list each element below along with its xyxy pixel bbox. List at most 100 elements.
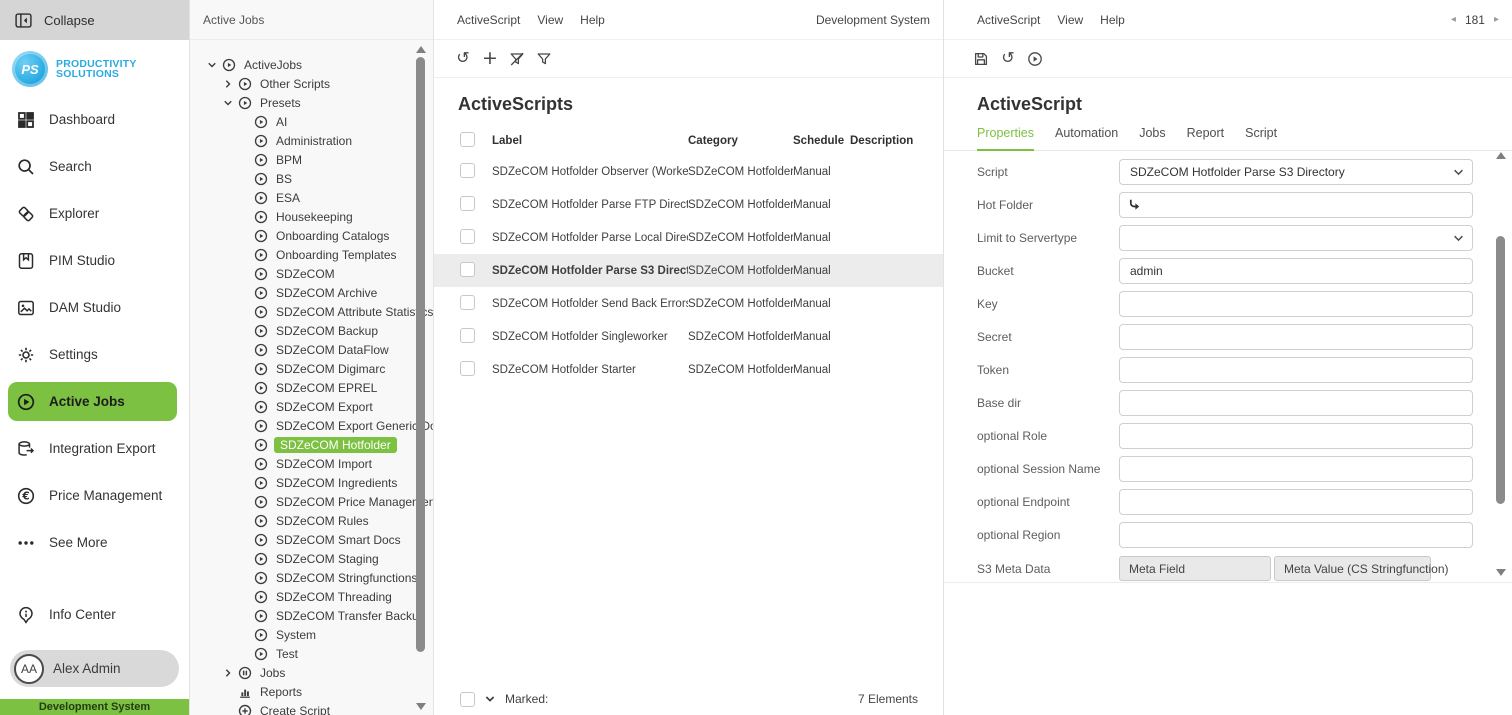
chevron-down-icon[interactable] (205, 58, 218, 71)
refresh-button[interactable]: ↺ (997, 48, 1019, 70)
sidebar-item-dashboard[interactable]: Dashboard (0, 96, 189, 143)
sidebar-item-search[interactable]: Search (0, 143, 189, 190)
tree-item-sdzecom-staging[interactable]: SDZeCOM Staging (190, 549, 433, 568)
menu-help[interactable]: Help (580, 13, 605, 27)
tree-item-sdzecom-export-generic-docs[interactable]: SDZeCOM Export Generic Docs (190, 416, 433, 435)
tree-item-sdzecom-backup[interactable]: SDZeCOM Backup (190, 321, 433, 340)
field-secret-input[interactable] (1119, 324, 1473, 350)
sidebar-item-info-center[interactable]: Info Center (0, 591, 189, 638)
table-row-sdzecom-hotfolder-parse-s3-directory[interactable]: SDZeCOM Hotfolder Parse S3 DirectorySDZe… (434, 254, 943, 287)
tree-item-sdzecom-eprel[interactable]: SDZeCOM EPREL (190, 378, 433, 397)
sidebar-item-dam-studio[interactable]: DAM Studio (0, 284, 189, 331)
field-hot-folder-input[interactable] (1119, 192, 1473, 218)
tree-item-bs[interactable]: BS (190, 169, 433, 188)
select-all-checkbox[interactable] (460, 132, 475, 147)
menu-activescript[interactable]: ActiveScript (977, 13, 1040, 27)
chevron-down-icon[interactable] (484, 693, 496, 705)
chevron-right-icon[interactable] (221, 666, 234, 679)
menu-view[interactable]: View (1057, 13, 1083, 27)
tree-item-sdzecom-stringfunctions[interactable]: SDZeCOM Stringfunctions (190, 568, 433, 587)
tab-script[interactable]: Script (1245, 126, 1277, 150)
tree-item-sdzecom-attribute-statistics[interactable]: SDZeCOM Attribute Statistics (190, 302, 433, 321)
menu-help[interactable]: Help (1100, 13, 1125, 27)
tree-item-sdzecom[interactable]: SDZeCOM (190, 264, 433, 283)
sidebar-item-integration-export[interactable]: Integration Export (0, 425, 189, 472)
table-row-sdzecom-hotfolder-singleworker[interactable]: SDZeCOM Hotfolder SingleworkerSDZeCOM Ho… (434, 320, 943, 353)
scroll-up-icon[interactable] (1496, 152, 1506, 159)
menu-activescript[interactable]: ActiveScript (457, 13, 520, 27)
refresh-button[interactable]: ↺ (452, 48, 474, 70)
tree-item-presets[interactable]: Presets (190, 93, 433, 112)
tree-item-sdzecom-rules[interactable]: SDZeCOM Rules (190, 511, 433, 530)
tree-item-sdzecom-export[interactable]: SDZeCOM Export (190, 397, 433, 416)
next-page-icon[interactable]: ▸ (1494, 14, 1499, 25)
field-token-input[interactable] (1119, 357, 1473, 383)
tree-item-create-script[interactable]: Create Script (190, 701, 433, 715)
field-limit-to-servertype-select[interactable] (1119, 225, 1473, 251)
table-row-sdzecom-hotfolder-send-back-errors[interactable]: SDZeCOM Hotfolder Send Back ErrorsSDZeCO… (434, 287, 943, 320)
sidebar-item-see-more[interactable]: See More (0, 519, 189, 566)
column-header-schedule[interactable]: Schedule (793, 135, 850, 147)
tree-item-sdzecom-import[interactable]: SDZeCOM Import (190, 454, 433, 473)
sidebar-item-pim-studio[interactable]: PIM Studio (0, 237, 189, 284)
row-checkbox[interactable] (460, 229, 475, 244)
tree-item-system[interactable]: System (190, 625, 433, 644)
sidebar-item-settings[interactable]: Settings (0, 331, 189, 378)
row-checkbox[interactable] (460, 328, 475, 343)
tree-scrollbar[interactable] (416, 46, 426, 710)
tree-item-sdzecom-dataflow[interactable]: SDZeCOM DataFlow (190, 340, 433, 359)
scrollbar-thumb[interactable] (416, 57, 425, 652)
tree-item-onboarding-catalogs[interactable]: Onboarding Catalogs (190, 226, 433, 245)
column-header-category[interactable]: Category (688, 135, 793, 147)
save-button[interactable] (970, 48, 992, 70)
scroll-down-icon[interactable] (1496, 569, 1506, 576)
tree-item-housekeeping[interactable]: Housekeeping (190, 207, 433, 226)
column-header-description[interactable]: Description (850, 135, 943, 147)
sidebar-item-explorer[interactable]: Explorer (0, 190, 189, 237)
row-checkbox[interactable] (460, 163, 475, 178)
tree-item-sdzecom-transfer-backup[interactable]: SDZeCOM Transfer Backup (190, 606, 433, 625)
sidebar-item-active-jobs[interactable]: Active Jobs (8, 382, 177, 421)
field-bucket-input[interactable] (1119, 258, 1473, 284)
tree-item-esa[interactable]: ESA (190, 188, 433, 207)
row-checkbox[interactable] (460, 262, 475, 277)
tree-item-activejobs[interactable]: ActiveJobs (190, 55, 433, 74)
tree-item-sdzecom-smart-docs[interactable]: SDZeCOM Smart Docs (190, 530, 433, 549)
tree-item-administration[interactable]: Administration (190, 131, 433, 150)
field-base-dir-input[interactable] (1119, 390, 1473, 416)
tab-report[interactable]: Report (1187, 126, 1225, 150)
tree-item-sdzecom-digimarc[interactable]: SDZeCOM Digimarc (190, 359, 433, 378)
tree-item-onboarding-templates[interactable]: Onboarding Templates (190, 245, 433, 264)
table-row-sdzecom-hotfolder-parse-ftp-directory[interactable]: SDZeCOM Hotfolder Parse FTP DirectorySDZ… (434, 188, 943, 221)
user-menu[interactable]: AA Alex Admin (10, 650, 179, 687)
row-checkbox[interactable] (460, 361, 475, 376)
chevron-down-icon[interactable] (221, 96, 234, 109)
field-optional-region-input[interactable] (1119, 522, 1473, 548)
tab-automation[interactable]: Automation (1055, 126, 1118, 150)
tab-jobs[interactable]: Jobs (1139, 126, 1165, 150)
scroll-up-icon[interactable] (416, 46, 426, 53)
tree-item-sdzecom-ingredients[interactable]: SDZeCOM Ingredients (190, 473, 433, 492)
column-header-label[interactable]: Label (492, 135, 688, 147)
collapse-button[interactable]: Collapse (0, 0, 189, 40)
menu-view[interactable]: View (537, 13, 563, 27)
field-key-input[interactable] (1119, 291, 1473, 317)
tree-item-sdzecom-threading[interactable]: SDZeCOM Threading (190, 587, 433, 606)
tree-item-test[interactable]: Test (190, 644, 433, 663)
tree-item-ai[interactable]: AI (190, 112, 433, 131)
scrollbar-thumb[interactable] (1496, 236, 1505, 504)
row-checkbox[interactable] (460, 196, 475, 211)
row-checkbox[interactable] (460, 295, 475, 310)
field-optional-role-input[interactable] (1119, 423, 1473, 449)
tree-item-sdzecom-price-management[interactable]: SDZeCOM Price Management (190, 492, 433, 511)
field-optional-endpoint-input[interactable] (1119, 489, 1473, 515)
filter-clear-button[interactable] (506, 48, 528, 70)
filter-button[interactable] (533, 48, 555, 70)
field-optional-session-name-input[interactable] (1119, 456, 1473, 482)
sidebar-item-price-management[interactable]: €Price Management (0, 472, 189, 519)
table-row-sdzecom-hotfolder-starter[interactable]: SDZeCOM Hotfolder StarterSDZeCOM Hotfold… (434, 353, 943, 386)
tree-item-sdzecom-hotfolder[interactable]: SDZeCOM Hotfolder (190, 435, 433, 454)
scroll-down-icon[interactable] (416, 703, 426, 710)
tree-item-sdzecom-archive[interactable]: SDZeCOM Archive (190, 283, 433, 302)
chevron-right-icon[interactable] (221, 77, 234, 90)
